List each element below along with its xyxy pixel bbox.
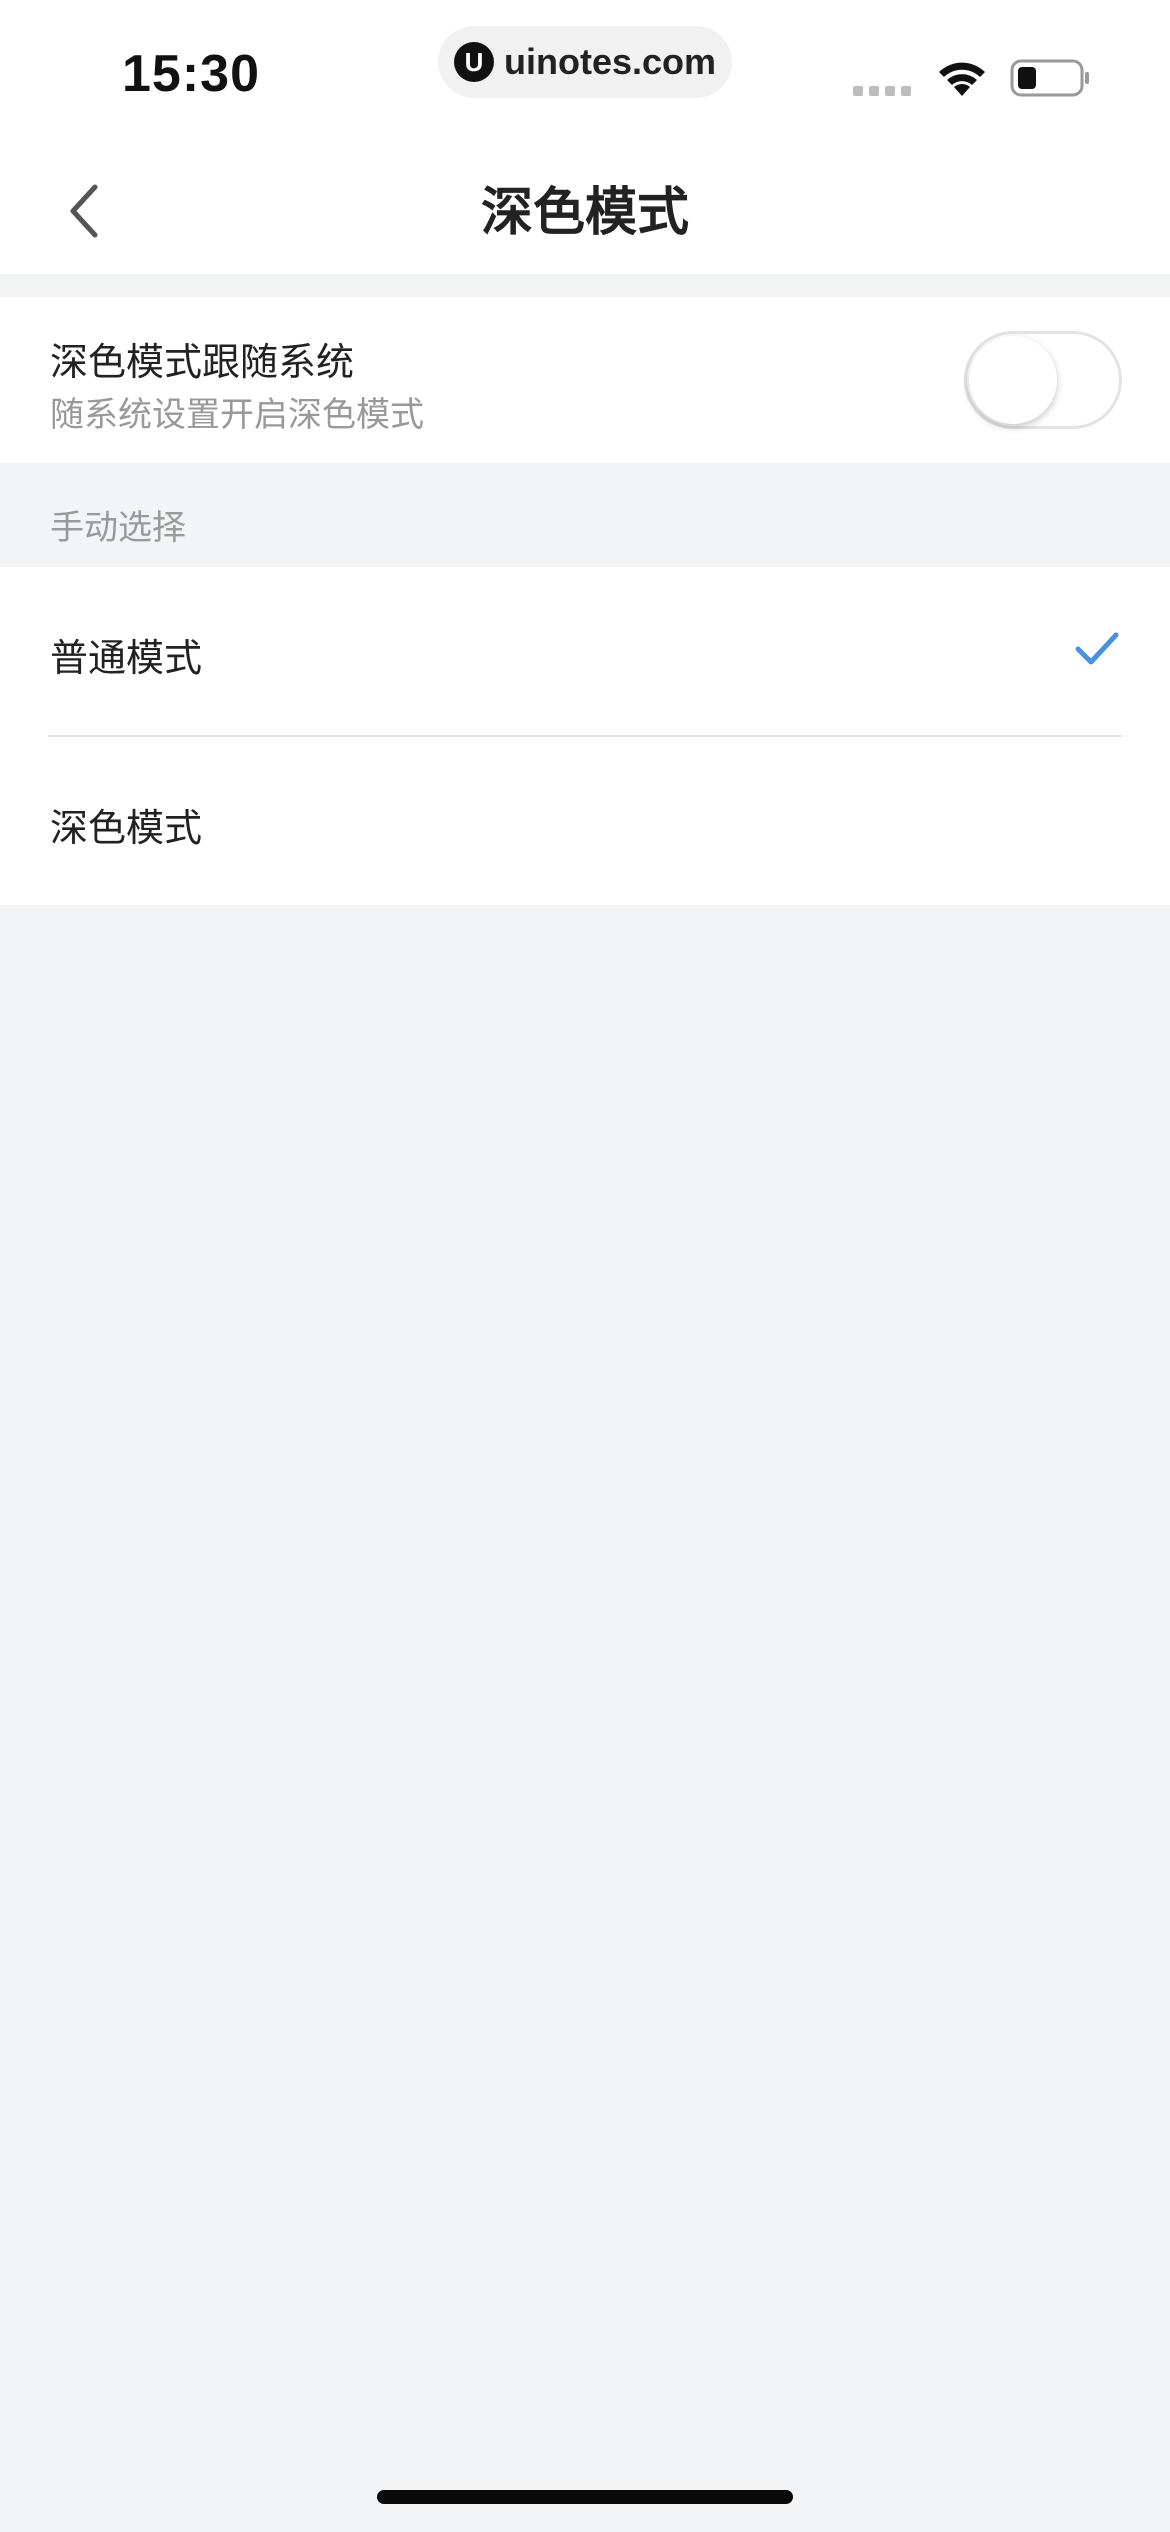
option-dark-mode[interactable]: 深色模式 [0, 737, 1170, 905]
battery-icon [1010, 59, 1089, 97]
status-time: 15:30 [122, 45, 260, 103]
nav-bar: 深色模式 [0, 140, 1170, 274]
mode-options-list: 普通模式 深色模式 [0, 567, 1170, 905]
status-bar: 15:30 U uinotes.com [0, 0, 1170, 140]
page-title: 深色模式 [480, 183, 689, 243]
follow-system-row: 深色模式跟随系统 随系统设置开启深色模式 [0, 297, 1170, 463]
option-label: 深色模式 [50, 806, 203, 850]
uinotes-logo-icon: U [454, 42, 494, 82]
follow-system-title: 深色模式跟随系统 [50, 340, 355, 384]
url-pill[interactable]: U uinotes.com [438, 26, 732, 98]
option-label: 普通模式 [50, 636, 203, 680]
toggle-knob [969, 336, 1057, 424]
checkmark-icon [1075, 632, 1119, 665]
manual-section-label: 手动选择 [50, 508, 186, 548]
wifi-icon [939, 62, 985, 96]
home-indicator [377, 2490, 793, 2504]
url-text: uinotes.com [504, 41, 717, 82]
cellular-signal-icon [853, 86, 911, 96]
follow-system-toggle[interactable] [964, 331, 1122, 429]
follow-system-subtitle: 随系统设置开启深色模式 [50, 395, 424, 435]
option-normal-mode[interactable]: 普通模式 [0, 567, 1170, 737]
